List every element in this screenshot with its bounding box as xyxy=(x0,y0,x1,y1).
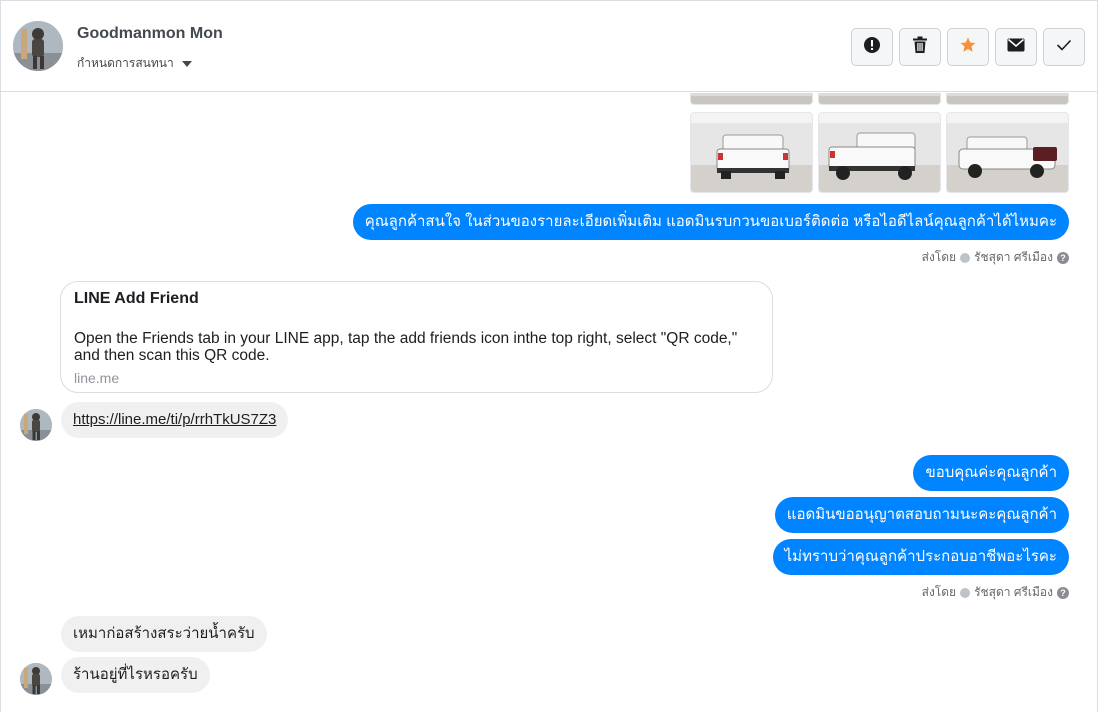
line-url-link[interactable]: https://line.me/ti/p/rrhTkUS7Z3 xyxy=(73,411,276,428)
delete-button[interactable] xyxy=(899,28,941,66)
link-preview-domain: line.me xyxy=(74,370,120,386)
car-photo[interactable] xyxy=(946,112,1069,193)
incoming-link-message[interactable]: https://line.me/ti/p/rrhTkUS7Z3 xyxy=(61,402,289,438)
sent-by-info: ส่งโดย รัชสุดา ศรีเมือง ? xyxy=(922,248,1069,267)
help-icon[interactable]: ? xyxy=(1057,251,1069,264)
contact-name[interactable]: Goodmanmon Mon xyxy=(77,25,223,43)
sent-by-info: ส่งโดย รัชสุดา ศรีเมือง ? xyxy=(922,583,1069,602)
mark-done-button[interactable] xyxy=(1043,28,1085,66)
envelope-icon xyxy=(1007,38,1025,57)
assign-conversation-dropdown[interactable]: กำหนดการสนทนา xyxy=(77,54,192,73)
link-preview-title: LINE Add Friend xyxy=(74,290,199,307)
sender-name[interactable]: รัชสุดา ศรีเมือง xyxy=(974,248,1053,267)
assign-label: กำหนดการสนทนา xyxy=(77,56,174,70)
star-icon xyxy=(959,36,977,59)
help-icon[interactable]: ? xyxy=(1057,586,1069,599)
link-preview-card[interactable]: LINE Add Friend Open the Friends tab in … xyxy=(60,281,773,393)
contact-avatar-small[interactable] xyxy=(20,663,52,695)
outgoing-message[interactable]: ขอบคุณค่ะคุณลูกค้า xyxy=(913,455,1069,491)
exclamation-icon xyxy=(863,36,881,59)
sender-name[interactable]: รัชสุดา ศรีเมือง xyxy=(974,583,1053,602)
car-photo[interactable] xyxy=(690,93,813,105)
incoming-message[interactable]: ร้านอยู่ที่ไรหรอครับ xyxy=(61,657,210,693)
car-photo[interactable] xyxy=(818,93,941,105)
incoming-message[interactable]: เหมาก่อสร้างสระว่ายน้ำครับ xyxy=(61,616,267,652)
check-icon xyxy=(1056,38,1072,56)
sent-by-label: ส่งโดย xyxy=(921,585,957,599)
header-actions xyxy=(851,28,1085,66)
car-photo[interactable] xyxy=(818,112,941,193)
outgoing-message[interactable]: ไม่ทราบว่าคุณลูกค้าประกอบอาชีพอะไรคะ xyxy=(772,539,1069,575)
contact-avatar[interactable] xyxy=(13,21,63,71)
report-button[interactable] xyxy=(851,28,893,66)
contact-avatar-small[interactable] xyxy=(20,409,52,441)
agent-avatar-icon xyxy=(960,252,971,263)
sent-by-label: ส่งโดย xyxy=(921,250,957,264)
link-preview-description: Open the Friends tab in your LINE app, t… xyxy=(74,330,738,364)
trash-icon xyxy=(912,36,928,59)
car-photo[interactable] xyxy=(690,112,813,193)
agent-avatar-icon xyxy=(960,587,971,598)
caret-down-icon xyxy=(181,60,192,67)
conversation-header: Goodmanmon Mon กำหนดการสนทนา xyxy=(1,1,1097,92)
star-button[interactable] xyxy=(947,28,989,66)
mark-unread-button[interactable] xyxy=(995,28,1037,66)
car-photo[interactable] xyxy=(946,93,1069,105)
message-thread[interactable]: คุณลูกค้าสนใจ ในส่วนของรายละเอียดเพิ่มเต… xyxy=(1,93,1097,712)
inbox-conversation-panel: Goodmanmon Mon กำหนดการสนทนา คุณลูกค้าสน… xyxy=(0,0,1098,712)
outgoing-message[interactable]: แอดมินขออนุญาตสอบถามนะคะคุณลูกค้า xyxy=(774,497,1069,533)
outgoing-message[interactable]: คุณลูกค้าสนใจ ในส่วนของรายละเอียดเพิ่มเต… xyxy=(352,204,1069,240)
